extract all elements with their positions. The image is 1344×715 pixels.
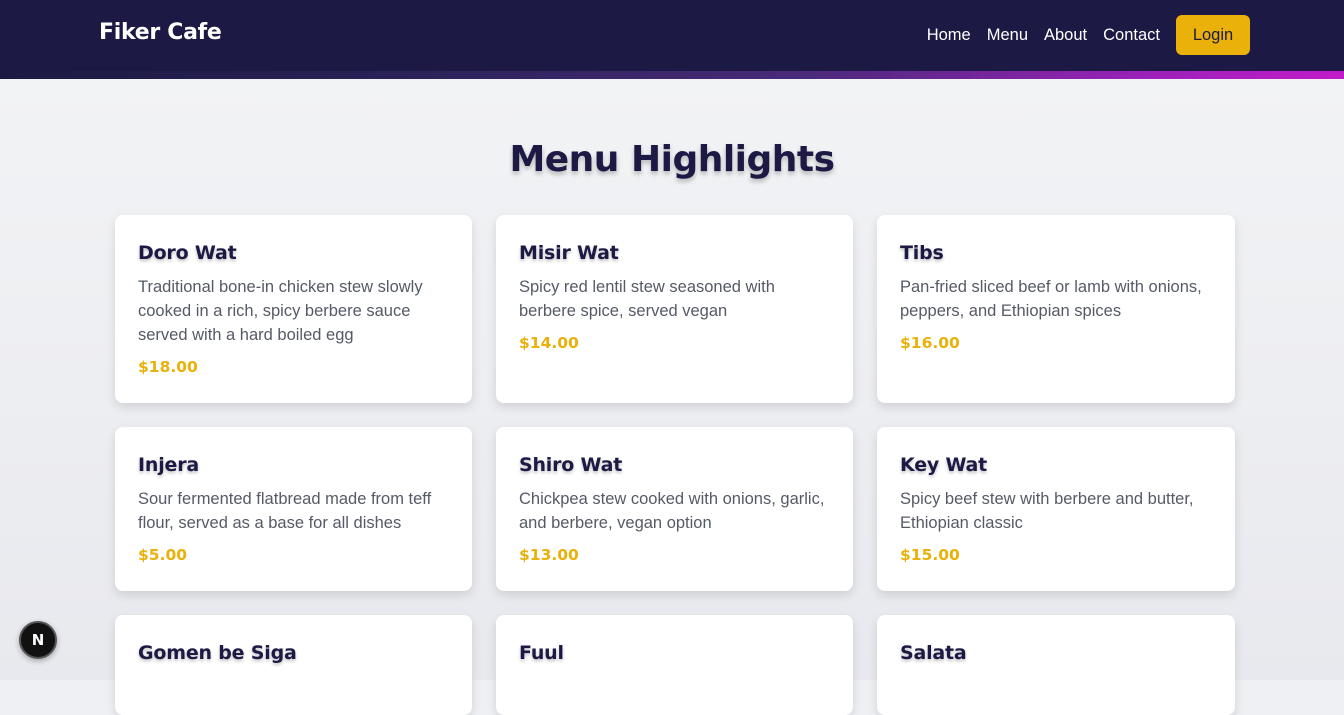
menu-item-name: Injera [138, 454, 199, 476]
navbar-gradient-strip [0, 71, 1344, 79]
nextjs-icon[interactable]: N [19, 621, 57, 659]
menu-item-price: $13.00 [519, 546, 579, 564]
nav-link-contact[interactable]: Contact [1103, 26, 1160, 45]
menu-card: Doro Wat Traditional bone-in chicken ste… [115, 215, 472, 403]
menu-item-description: Traditional bone-in chicken stew slowly … [138, 278, 423, 344]
menu-item-name: Doro Wat [138, 242, 237, 264]
menu-card: Misir Wat Spicy red lentil stew seasoned… [496, 215, 853, 403]
menu-card: Key Wat Spicy beef stew with berbere and… [877, 427, 1235, 591]
page-title: Menu Highlights [509, 139, 835, 180]
menu-item-name: Fuul [519, 642, 564, 664]
menu-item-price: $5.00 [138, 546, 188, 564]
nav-link-about[interactable]: About [1044, 26, 1087, 45]
menu-card: Fuul [496, 615, 853, 715]
nextjs-badge-letter: N [31, 631, 45, 649]
menu-card: Shiro Wat Chickpea stew cooked with onio… [496, 427, 853, 591]
brand-logo[interactable]: Fiker Cafe [99, 20, 222, 45]
nav-link-home[interactable]: Home [927, 26, 971, 45]
menu-item-price: $16.00 [900, 334, 960, 352]
menu-card: Injera Sour fermented flatbread made fro… [115, 427, 472, 591]
menu-item-description: Spicy beef stew with berbere and butter,… [900, 490, 1194, 532]
menu-item-description: Pan-fried sliced beef or lamb with onion… [900, 278, 1202, 320]
menu-item-name: Gomen be Siga [138, 642, 297, 664]
menu-section: Menu Highlights Doro Wat Traditional bon… [0, 79, 1344, 715]
menu-item-name: Salata [900, 642, 967, 664]
menu-card: Salata [877, 615, 1235, 715]
menu-item-name: Tibs [900, 242, 944, 264]
menu-item-description: Chickpea stew cooked with onions, garlic… [519, 490, 825, 532]
menu-item-description: Spicy red lentil stew seasoned with berb… [519, 278, 775, 320]
nav-link-menu[interactable]: Menu [987, 26, 1028, 45]
menu-item-price: $14.00 [519, 334, 579, 352]
login-button[interactable]: Login [1176, 15, 1250, 55]
menu-item-description: Sour fermented flatbread made from teff … [138, 490, 432, 532]
menu-card: Tibs Pan-fried sliced beef or lamb with … [877, 215, 1235, 403]
menu-item-name: Key Wat [900, 454, 988, 476]
menu-card: Gomen be Siga [115, 615, 472, 715]
menu-item-price: $18.00 [138, 358, 198, 376]
menu-item-price: $15.00 [900, 546, 960, 564]
menu-item-name: Misir Wat [519, 242, 619, 264]
navbar: Fiker Cafe Home Menu About Contact Login [0, 0, 1344, 71]
menu-item-name: Shiro Wat [519, 454, 623, 476]
nav-links: Home Menu About Contact Login [911, 15, 1250, 55]
